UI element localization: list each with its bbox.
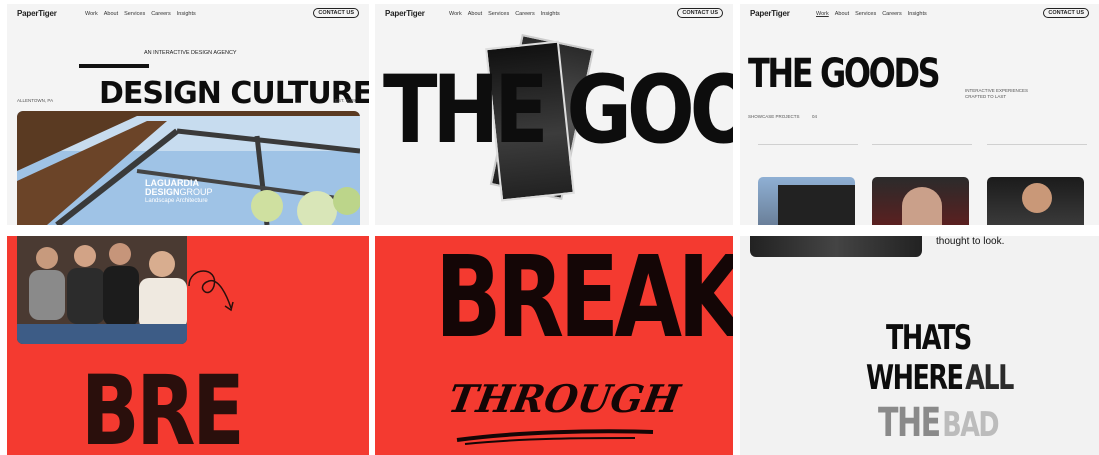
underline-swash-icon — [456, 429, 654, 445]
right-meta: EST. 2009 — [335, 98, 356, 103]
top-nav: PaperTiger Work About Services Careers I… — [7, 4, 369, 22]
logo[interactable]: PaperTiger — [750, 9, 790, 18]
card-label-3 — [987, 144, 1087, 152]
headline: THE GOODS — [383, 56, 733, 165]
strip-photo[interactable] — [750, 236, 922, 257]
card-label-1 — [758, 144, 858, 152]
arrow-doodle-icon — [188, 270, 234, 312]
caption: thought to look. — [936, 236, 1005, 247]
line-thats: THATS — [886, 318, 972, 358]
headline: BRE — [81, 355, 245, 455]
meta-line-2: CRAFTED TO LAST — [965, 94, 1007, 99]
nav-link-work[interactable]: Work — [449, 11, 462, 17]
headline: DESIGN CULTURE — [99, 76, 369, 108]
word-the: THE — [878, 400, 941, 446]
line-the-bad: THE BAD — [878, 400, 1000, 446]
tile-breakthrough[interactable]: BREAK THROUGH — [375, 236, 733, 455]
nav-links: Work About Services Careers Insights — [816, 11, 927, 17]
caption-line-3: Landscape Architecture — [145, 198, 208, 204]
nav-link-services[interactable]: Services — [488, 11, 509, 17]
headline: THE GOODS — [748, 51, 941, 97]
team-photo-image — [17, 236, 187, 344]
project-card-3[interactable] — [987, 177, 1084, 225]
nav-link-insights[interactable]: Insights — [177, 11, 196, 17]
nav-link-careers[interactable]: Careers — [151, 11, 171, 17]
logo[interactable]: PaperTiger — [17, 9, 57, 18]
tile-design-culture[interactable]: PaperTiger Work About Services Careers I… — [7, 4, 369, 225]
hero-photo-image — [17, 111, 360, 225]
tile-team-red[interactable]: BRE — [7, 236, 369, 455]
filter-count: 04 — [812, 114, 818, 119]
script-text: THROUGH — [445, 376, 684, 421]
nav-links: Work About Services Careers Insights — [85, 11, 196, 17]
nav-link-work[interactable]: Work — [816, 11, 829, 17]
nav-link-services[interactable]: Services — [124, 11, 145, 17]
left-meta: ALLENTOWN, PA — [17, 98, 54, 103]
tile-the-goods-hero[interactable]: PaperTiger Work About Services Careers I… — [375, 4, 733, 225]
contact-button[interactable]: CONTACT US — [313, 8, 359, 18]
nav-link-insights[interactable]: Insights — [541, 11, 560, 17]
caption-design: DESIGN — [145, 187, 180, 197]
word-all: ALL — [965, 358, 1014, 398]
headline: BREAK — [435, 236, 733, 363]
contact-button[interactable]: CONTACT US — [677, 8, 723, 18]
nav-link-about[interactable]: About — [835, 11, 849, 17]
top-nav: PaperTiger Work About Services Careers I… — [740, 4, 1099, 22]
card-label-2 — [872, 144, 972, 152]
word-where: WHERE — [866, 358, 964, 398]
contact-button[interactable]: CONTACT US — [1043, 8, 1089, 18]
tile-the-goods-list[interactable]: PaperTiger Work About Services Careers I… — [740, 4, 1099, 225]
tagline: AN INTERACTIVE DESIGN AGENCY — [144, 50, 237, 56]
nav-link-careers[interactable]: Careers — [882, 11, 902, 17]
nav-links: Work About Services Careers Insights — [449, 11, 560, 17]
nav-link-work[interactable]: Work — [85, 11, 98, 17]
line-where-all: WHERE ALL — [866, 358, 1014, 398]
filter-left[interactable]: SHOWCASE PROJECTS — [748, 114, 800, 120]
word-bad: BAD — [942, 405, 999, 445]
nav-link-insights[interactable]: Insights — [908, 11, 927, 17]
logo[interactable]: PaperTiger — [385, 9, 425, 18]
nav-link-about[interactable]: About — [468, 11, 482, 17]
project-card-2[interactable] — [872, 177, 969, 225]
top-nav: PaperTiger Work About Services Careers I… — [375, 4, 733, 22]
nav-link-about[interactable]: About — [104, 11, 118, 17]
caption-line-2: DESIGNGROUP — [145, 188, 213, 197]
card-2-shape — [902, 187, 942, 225]
nav-link-services[interactable]: Services — [855, 11, 876, 17]
photo-caption: LAGUARDIA DESIGNGROUP Landscape Architec… — [145, 179, 213, 206]
card-3-shape — [1022, 183, 1052, 213]
project-card-1[interactable] — [758, 177, 855, 225]
tile-thats-where[interactable]: thought to look. THATS WHERE ALL THE BAD — [740, 236, 1099, 455]
team-photo[interactable] — [17, 236, 187, 344]
card-1-shape — [778, 185, 855, 225]
hero-photo[interactable]: LAGUARDIA DESIGNGROUP Landscape Architec… — [17, 111, 360, 225]
clipped-headline-top — [79, 64, 149, 68]
nav-link-careers[interactable]: Careers — [515, 11, 535, 17]
caption-group: GROUP — [179, 187, 213, 197]
